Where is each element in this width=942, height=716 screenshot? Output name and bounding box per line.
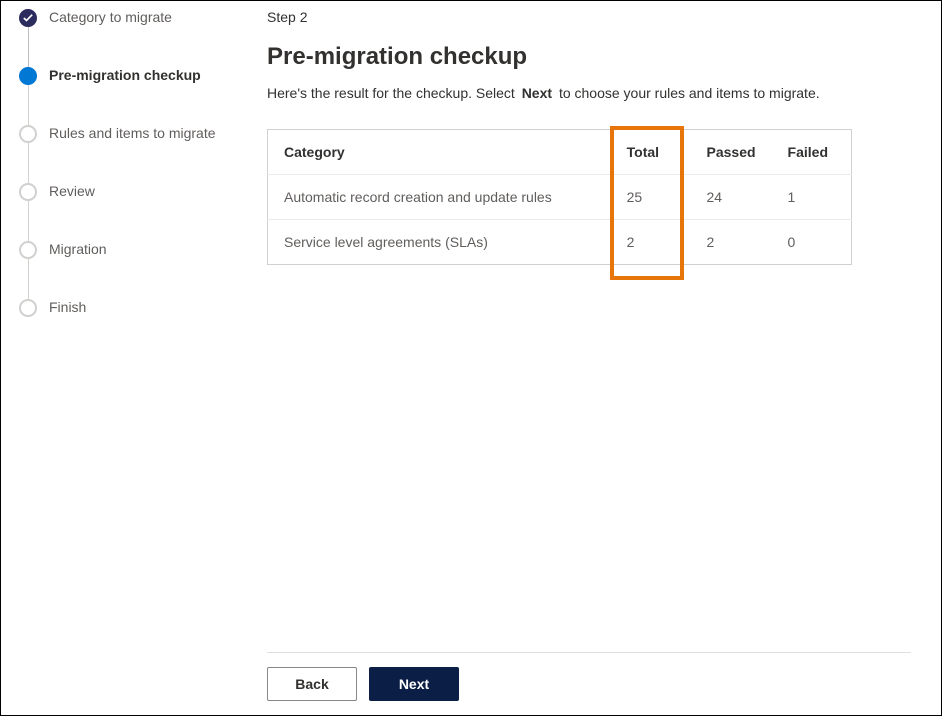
cell-passed: 2 [691, 220, 772, 265]
cell-failed: 1 [772, 175, 852, 220]
back-button[interactable]: Back [267, 667, 357, 701]
step-connector [28, 85, 29, 125]
step-pending-icon [19, 183, 37, 201]
checkup-table-wrap: Category Total Passed Failed Automatic r… [267, 129, 852, 265]
page-title: Pre-migration checkup [267, 43, 911, 71]
step-pre-migration-checkup[interactable]: Pre-migration checkup [19, 67, 255, 125]
steps-list: Category to migrate Pre-migration checku… [19, 9, 255, 317]
step-label: Rules and items to migrate [49, 125, 216, 141]
cell-passed: 24 [691, 175, 772, 220]
step-label: Finish [49, 299, 86, 315]
cell-category: Service level agreements (SLAs) [268, 220, 611, 265]
step-label: Migration [49, 241, 107, 257]
next-button[interactable]: Next [369, 667, 459, 701]
step-connector [28, 143, 29, 183]
header-failed: Failed [772, 130, 852, 175]
header-category: Category [268, 130, 611, 175]
table-row: Service level agreements (SLAs) 2 2 0 [268, 220, 852, 265]
step-label: Pre-migration checkup [49, 67, 201, 83]
step-label: Review [49, 183, 95, 199]
step-pending-icon [19, 241, 37, 259]
main-content: Step 2 Pre-migration checkup Here's the … [261, 1, 941, 715]
checkup-table: Category Total Passed Failed Automatic r… [267, 129, 852, 265]
table-row: Automatic record creation and update rul… [268, 175, 852, 220]
cell-total: 25 [611, 175, 691, 220]
cell-total: 2 [611, 220, 691, 265]
step-migration[interactable]: Migration [19, 241, 255, 299]
wizard-stepper: Category to migrate Pre-migration checku… [1, 1, 261, 715]
cell-failed: 0 [772, 220, 852, 265]
step-connector [28, 259, 29, 299]
table-header-row: Category Total Passed Failed [268, 130, 852, 175]
footer-separator [267, 652, 911, 653]
step-label: Category to migrate [49, 9, 172, 25]
header-total: Total [611, 130, 691, 175]
step-category-to-migrate[interactable]: Category to migrate [19, 9, 255, 67]
step-pending-icon [19, 299, 37, 317]
footer-actions: Back Next [267, 667, 911, 705]
step-finish[interactable]: Finish [19, 299, 255, 317]
step-review[interactable]: Review [19, 183, 255, 241]
step-completed-icon [19, 9, 37, 27]
header-passed: Passed [691, 130, 772, 175]
step-pending-icon [19, 125, 37, 143]
check-icon [23, 13, 33, 23]
description-before: Here's the result for the checkup. Selec… [267, 85, 515, 101]
step-current-icon [19, 67, 37, 85]
page-description: Here's the result for the checkup. Selec… [267, 85, 911, 101]
description-strong: Next [519, 85, 555, 101]
step-connector [28, 201, 29, 241]
step-rules-and-items[interactable]: Rules and items to migrate [19, 125, 255, 183]
cell-category: Automatic record creation and update rul… [268, 175, 611, 220]
spacer [267, 265, 911, 652]
step-connector [28, 27, 29, 67]
description-after: to choose your rules and items to migrat… [559, 85, 820, 101]
step-indicator: Step 2 [267, 9, 911, 25]
